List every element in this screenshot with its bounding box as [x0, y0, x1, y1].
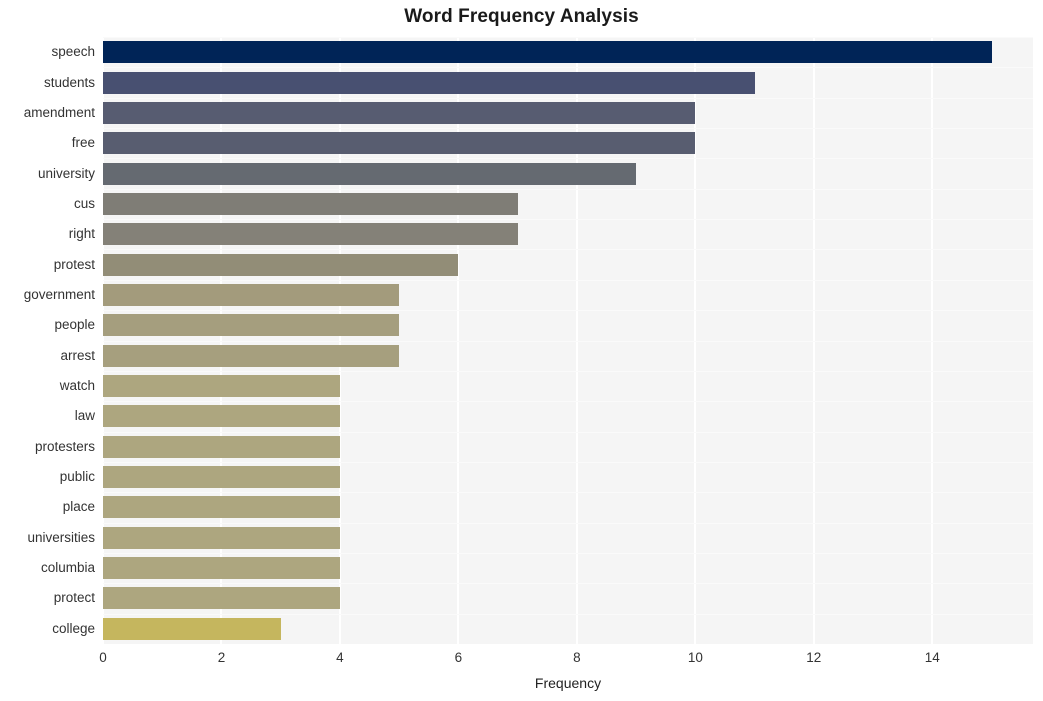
bar-watch	[103, 375, 340, 398]
gridline-horizontal	[103, 371, 1033, 372]
gridline-horizontal	[103, 37, 1033, 38]
bar-protect	[103, 587, 340, 610]
y-tick-label-students: students	[43, 74, 95, 90]
gridline-horizontal	[103, 614, 1033, 615]
y-tick-label-speech: speech	[51, 44, 95, 60]
plot-area	[103, 37, 1033, 644]
y-tick-label-universities: universities	[27, 529, 95, 545]
x-tick-label-2: 2	[217, 650, 226, 665]
bar-public	[103, 466, 340, 489]
gridline-horizontal	[103, 462, 1033, 463]
bar-right	[103, 223, 518, 246]
bar-amendment	[103, 101, 696, 124]
bar-protest	[103, 253, 459, 276]
gridline-horizontal	[103, 523, 1033, 524]
gridline-horizontal	[103, 553, 1033, 554]
y-tick-label-cus: cus	[73, 195, 95, 211]
x-tick-label-4: 4	[336, 650, 344, 665]
bar-government	[103, 283, 400, 306]
y-tick-label-right: right	[68, 226, 95, 242]
x-axis-title: Frequency	[534, 675, 602, 691]
y-tick-label-free: free	[71, 135, 95, 151]
x-tick-label-6: 6	[454, 650, 463, 665]
gridline-horizontal	[103, 310, 1033, 311]
gridline-horizontal	[103, 341, 1033, 342]
bar-protesters	[103, 435, 340, 458]
gridline-horizontal	[103, 432, 1033, 433]
x-tick-label-0: 0	[99, 650, 107, 665]
bar-cus	[103, 192, 518, 215]
x-axis-tick-labels: 0 2 4 6 8 10 12 14	[0, 650, 1043, 668]
bar-universities	[103, 526, 340, 549]
gridline-horizontal	[103, 401, 1033, 402]
bar-columbia	[103, 557, 340, 580]
y-tick-label-government: government	[23, 286, 95, 302]
gridline-horizontal	[103, 249, 1033, 250]
page-title: Word Frequency Analysis	[404, 6, 639, 27]
y-tick-label-arrest: arrest	[60, 347, 95, 363]
gridline-horizontal	[103, 158, 1033, 159]
y-tick-label-college: college	[52, 620, 95, 636]
y-tick-label-university: university	[37, 165, 95, 181]
chart-figure: Word Frequency Analysis speech students am…	[0, 0, 1043, 701]
y-tick-label-columbia: columbia	[40, 560, 95, 576]
y-tick-label-protest: protest	[53, 256, 95, 272]
y-tick-label-protesters: protesters	[34, 438, 95, 454]
bar-students	[103, 71, 755, 94]
bar-law	[103, 405, 340, 428]
y-tick-label-public: public	[59, 469, 95, 485]
bar-place	[103, 496, 340, 519]
gridline-horizontal	[103, 67, 1033, 68]
gridline-horizontal	[103, 128, 1033, 129]
bar-speech	[103, 41, 992, 64]
y-tick-label-watch: watch	[59, 378, 95, 394]
x-tick-label-12: 12	[806, 650, 822, 665]
bar-university	[103, 162, 637, 185]
y-tick-label-protect: protect	[53, 590, 95, 606]
y-tick-label-place: place	[62, 499, 95, 515]
gridline-horizontal	[103, 583, 1033, 584]
x-tick-label-14: 14	[924, 650, 940, 665]
bar-people	[103, 314, 400, 337]
gridline-horizontal	[103, 492, 1033, 493]
gridline-horizontal	[103, 98, 1033, 99]
bar-arrest	[103, 344, 400, 367]
bar-free	[103, 132, 696, 155]
gridline-horizontal	[103, 219, 1033, 220]
y-tick-label-amendment: amendment	[23, 104, 95, 120]
x-tick-label-10: 10	[687, 650, 703, 665]
bar-college	[103, 617, 281, 640]
y-tick-label-people: people	[54, 317, 95, 333]
gridline-horizontal	[103, 189, 1033, 190]
y-axis-tick-labels: speech students amendment free university cus…	[0, 37, 95, 644]
gridline-horizontal	[103, 280, 1033, 281]
x-tick-label-8: 8	[573, 650, 581, 665]
y-tick-label-law: law	[74, 408, 95, 424]
